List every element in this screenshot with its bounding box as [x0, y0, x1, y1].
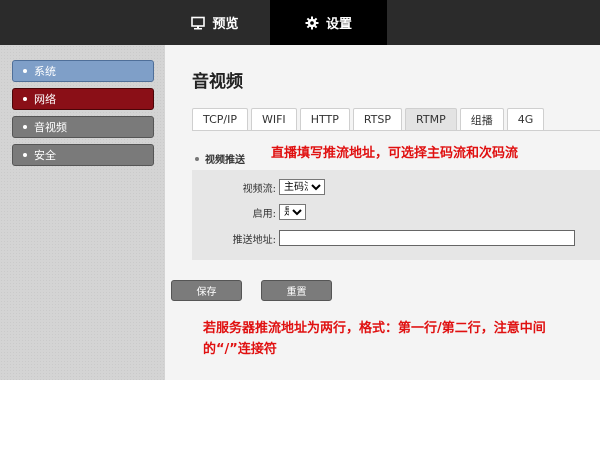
tab-preview[interactable]: 预览 [165, 0, 265, 45]
monitor-icon [191, 16, 206, 29]
push-url-input[interactable] [279, 230, 575, 246]
section-heading-label: 视频推送 [205, 155, 245, 166]
annotation-bottom: 若服务器推流地址为两行，格式：第一行/第二行，注意中间的“/”连接符 [203, 321, 546, 357]
section-heading: 视频推送 [195, 151, 245, 166]
sidebar: 系统 网络 音视频 安全 [0, 45, 165, 380]
tab-divider [192, 130, 600, 131]
bullet-icon [23, 69, 27, 73]
sidebar-item-system[interactable]: 系统 [12, 60, 154, 82]
reset-button[interactable]: 重置 [261, 280, 332, 301]
tab-tcpip[interactable]: TCP/IP [192, 108, 248, 130]
annotation-top: 直播填写推流地址，可选择主码流和次码流 [271, 146, 519, 161]
page-title: 音视频 [192, 72, 243, 92]
tab-http[interactable]: HTTP [299, 108, 350, 130]
tab-multicast[interactable]: 组播 [459, 108, 504, 130]
sidebar-item-label: 音视频 [34, 121, 67, 134]
stream-label: 视频流: [242, 183, 276, 195]
tab-wifi[interactable]: WIFI [250, 108, 297, 130]
tab-settings-label: 设置 [325, 17, 352, 32]
push-url-label: 推送地址: [232, 234, 276, 246]
gear-icon [305, 16, 319, 29]
sidebar-item-label: 系统 [34, 65, 56, 78]
form-row-stream: 视频流: 主码流 [192, 179, 325, 195]
form-row-url: 推送地址: [192, 230, 575, 246]
bullet-icon [195, 156, 199, 161]
tab-4g[interactable]: 4G [506, 108, 545, 130]
tab-settings[interactable]: 设置 [270, 0, 387, 45]
enable-label: 启用: [252, 208, 276, 220]
sidebar-item-label: 网络 [34, 93, 56, 106]
bullet-icon [23, 153, 27, 157]
enable-select[interactable]: 是 [279, 204, 306, 220]
sidebar-item-audio-video[interactable]: 音视频 [12, 116, 154, 138]
tab-rtmp[interactable]: RTMP [405, 108, 457, 130]
tab-preview-label: 预览 [212, 17, 239, 32]
bullet-icon [23, 97, 27, 101]
sidebar-item-security[interactable]: 安全 [12, 144, 154, 166]
sidebar-item-label: 安全 [34, 149, 56, 162]
bullet-icon [23, 125, 27, 129]
tab-rtsp[interactable]: RTSP [352, 108, 403, 130]
save-button[interactable]: 保存 [171, 280, 242, 301]
form-row-enable: 启用: 是 [192, 204, 306, 220]
sub-tab-bar: TCP/IP WIFI HTTP RTSP RTMP 组播 4G [192, 108, 547, 130]
sidebar-item-network[interactable]: 网络 [12, 88, 154, 110]
stream-select[interactable]: 主码流 [279, 179, 325, 195]
top-nav-bar: 预览 设置 [0, 0, 600, 45]
video-push-form: 视频流: 主码流 启用: 是 推送地址: [192, 170, 600, 260]
